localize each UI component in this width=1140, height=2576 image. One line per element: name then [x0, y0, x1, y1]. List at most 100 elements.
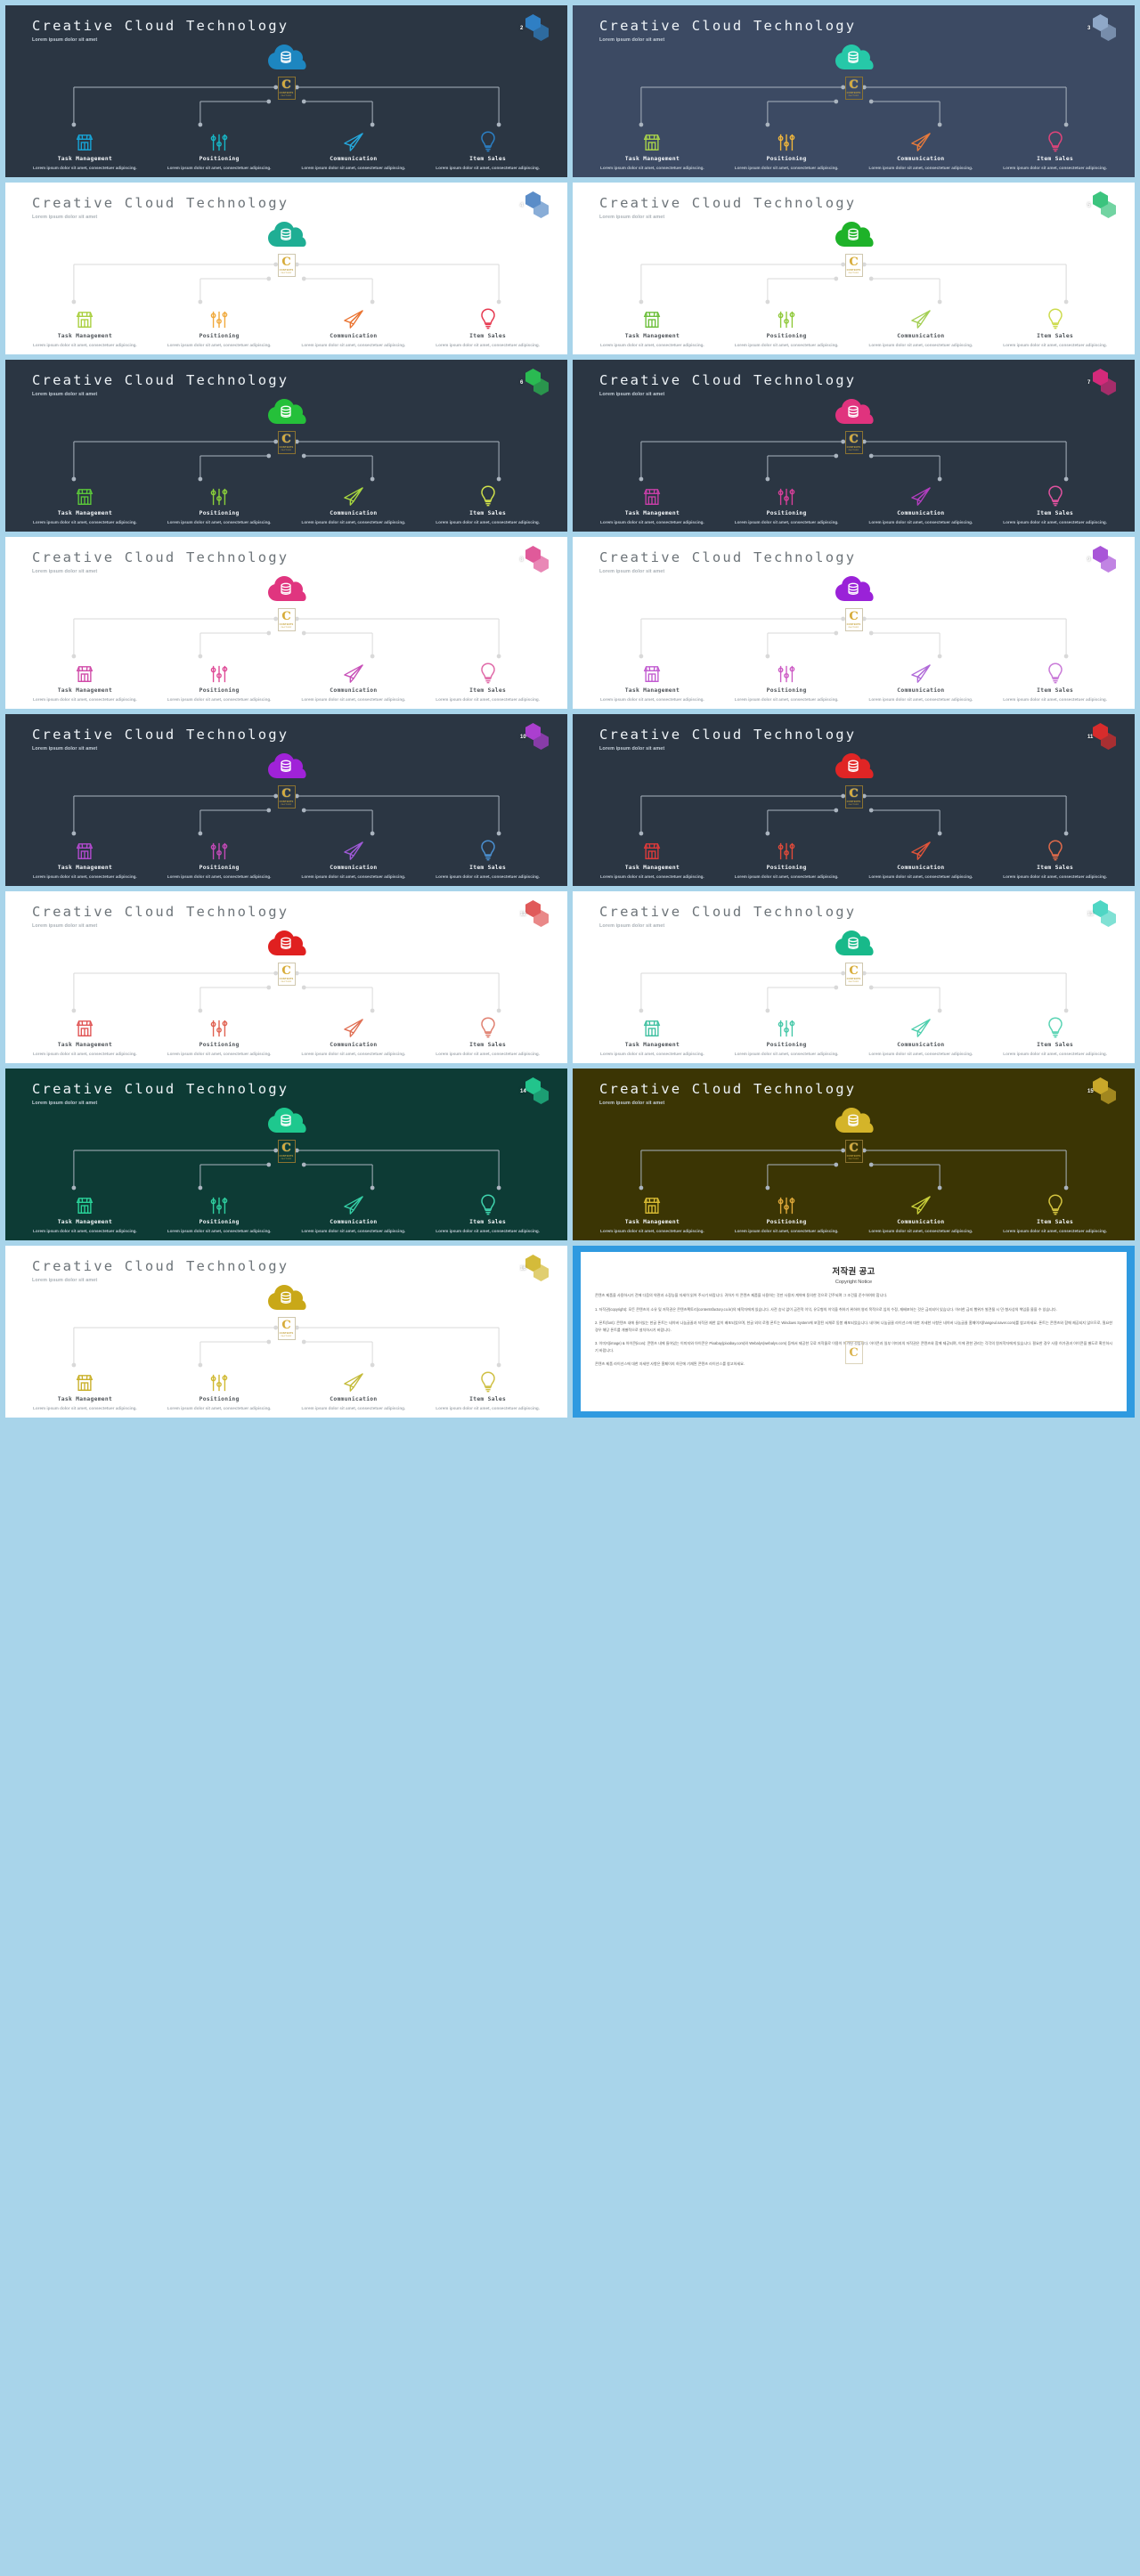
- feature-item-sliders[interactable]: Positioning Lorem ipsum dolor sit amet, c…: [152, 1192, 287, 1234]
- feature-item-sliders[interactable]: Positioning Lorem ipsum dolor sit amet, c…: [152, 1369, 287, 1411]
- feature-item-lightbulb[interactable]: Item Sales Lorem ipsum dolor sit amet, co…: [420, 129, 555, 171]
- feature-item-shop[interactable]: Task Management Lorem ipsum dolor sit ame…: [585, 838, 720, 880]
- slide-2[interactable]: Creative Cloud Technology Lorem ipsum dol…: [5, 5, 567, 177]
- feature-item-paper-plane[interactable]: Communication Lorem ipsum dolor sit amet,…: [287, 484, 421, 525]
- feature-item-sliders[interactable]: Positioning Lorem ipsum dolor sit amet, c…: [720, 129, 854, 171]
- cloud-node[interactable]: [267, 752, 306, 780]
- cloud-node[interactable]: [267, 220, 306, 248]
- slide-3[interactable]: Creative Cloud Technology Lorem ipsum dol…: [573, 5, 1135, 177]
- copyright-slide[interactable]: 저작권 공고 Copyright Notice 콘텐츠 제품을 사용하시기 전에 다…: [573, 1246, 1135, 1418]
- feature-item-lightbulb[interactable]: Item Sales Lorem ipsum dolor sit amet, co…: [988, 484, 1122, 525]
- slide-13[interactable]: Creative Cloud Technology Lorem ipsum dol…: [573, 891, 1135, 1063]
- feature-item-paper-plane[interactable]: Communication Lorem ipsum dolor sit amet,…: [287, 1369, 421, 1411]
- feature-item-sliders[interactable]: Positioning Lorem ipsum dolor sit amet, c…: [720, 1015, 854, 1057]
- page-title: Creative Cloud Technology: [32, 1081, 289, 1097]
- feature-item-shop[interactable]: Task Management Lorem ipsum dolor sit ame…: [18, 661, 152, 703]
- feature-item-lightbulb[interactable]: Item Sales Lorem ipsum dolor sit amet, co…: [420, 1192, 555, 1234]
- feature-description: Lorem ipsum dolor sit amet, consectetuer…: [600, 166, 704, 170]
- slide-16[interactable]: Creative Cloud Technology Lorem ipsum dol…: [5, 1246, 567, 1418]
- feature-item-paper-plane[interactable]: Communication Lorem ipsum dolor sit amet,…: [854, 484, 989, 525]
- cloud-node[interactable]: [267, 43, 306, 71]
- feature-item-shop[interactable]: Task Management Lorem ipsum dolor sit ame…: [18, 129, 152, 171]
- feature-item-shop[interactable]: Task Management Lorem ipsum dolor sit ame…: [18, 1192, 152, 1234]
- feature-item-sliders[interactable]: Positioning Lorem ipsum dolor sit amet, c…: [152, 661, 287, 703]
- feature-item-sliders[interactable]: Positioning Lorem ipsum dolor sit amet, c…: [152, 306, 287, 348]
- cloud-node[interactable]: [835, 752, 874, 780]
- feature-item-paper-plane[interactable]: Communication Lorem ipsum dolor sit amet,…: [854, 129, 989, 171]
- sliders-icon: [210, 134, 228, 151]
- feature-item-shop[interactable]: Task Management Lorem ipsum dolor sit ame…: [585, 129, 720, 171]
- feature-label: Task Management: [624, 1219, 680, 1225]
- slide-14[interactable]: Creative Cloud Technology Lorem ipsum dol…: [5, 1069, 567, 1240]
- feature-list: Task Management Lorem ipsum dolor sit ame…: [573, 484, 1135, 525]
- cloud-node[interactable]: [835, 574, 874, 603]
- cloud-node[interactable]: [267, 1283, 306, 1312]
- cloud-node[interactable]: [267, 929, 306, 957]
- slide-10[interactable]: Creative Cloud Technology Lorem ipsum dol…: [5, 714, 567, 886]
- feature-item-sliders[interactable]: Positioning Lorem ipsum dolor sit amet, c…: [152, 484, 287, 525]
- feature-item-sliders[interactable]: Positioning Lorem ipsum dolor sit amet, c…: [720, 1192, 854, 1234]
- feature-item-sliders[interactable]: Positioning Lorem ipsum dolor sit amet, c…: [152, 1015, 287, 1057]
- slide-9[interactable]: Creative Cloud Technology Lorem ipsum dol…: [573, 537, 1135, 709]
- feature-item-lightbulb[interactable]: Item Sales Lorem ipsum dolor sit amet, co…: [420, 306, 555, 348]
- feature-item-lightbulb[interactable]: Item Sales Lorem ipsum dolor sit amet, co…: [988, 661, 1122, 703]
- slide-15[interactable]: Creative Cloud Technology Lorem ipsum dol…: [573, 1069, 1135, 1240]
- feature-item-paper-plane[interactable]: Communication Lorem ipsum dolor sit amet,…: [287, 661, 421, 703]
- feature-item-shop[interactable]: Task Management Lorem ipsum dolor sit ame…: [18, 1015, 152, 1057]
- slide-8[interactable]: Creative Cloud Technology Lorem ipsum dol…: [5, 537, 567, 709]
- feature-item-lightbulb[interactable]: Item Sales Lorem ipsum dolor sit amet, co…: [988, 306, 1122, 348]
- feature-item-shop[interactable]: Task Management Lorem ipsum dolor sit ame…: [585, 306, 720, 348]
- feature-item-lightbulb[interactable]: Item Sales Lorem ipsum dolor sit amet, co…: [988, 129, 1122, 171]
- cloud-node[interactable]: [835, 397, 874, 426]
- feature-item-sliders[interactable]: Positioning Lorem ipsum dolor sit amet, c…: [720, 484, 854, 525]
- feature-item-sliders[interactable]: Positioning Lorem ipsum dolor sit amet, c…: [720, 838, 854, 880]
- feature-item-paper-plane[interactable]: Communication Lorem ipsum dolor sit amet,…: [287, 129, 421, 171]
- sliders-icon: [152, 1192, 287, 1215]
- feature-item-shop[interactable]: Task Management Lorem ipsum dolor sit ame…: [18, 1369, 152, 1411]
- feature-item-shop[interactable]: Task Management Lorem ipsum dolor sit ame…: [585, 1192, 720, 1234]
- feature-item-paper-plane[interactable]: Communication Lorem ipsum dolor sit amet,…: [854, 1015, 989, 1057]
- feature-item-paper-plane[interactable]: Communication Lorem ipsum dolor sit amet,…: [287, 306, 421, 348]
- feature-item-lightbulb[interactable]: Item Sales Lorem ipsum dolor sit amet, co…: [988, 1192, 1122, 1234]
- feature-item-paper-plane[interactable]: Communication Lorem ipsum dolor sit amet,…: [854, 306, 989, 348]
- cloud-node[interactable]: [267, 397, 306, 426]
- feature-item-paper-plane[interactable]: Communication Lorem ipsum dolor sit amet,…: [854, 838, 989, 880]
- feature-item-sliders[interactable]: Positioning Lorem ipsum dolor sit amet, c…: [152, 129, 287, 171]
- cloud-node[interactable]: [835, 929, 874, 957]
- cloud-node[interactable]: [835, 43, 874, 71]
- feature-item-paper-plane[interactable]: Communication Lorem ipsum dolor sit amet,…: [287, 1192, 421, 1234]
- feature-item-paper-plane[interactable]: Communication Lorem ipsum dolor sit amet,…: [854, 1192, 989, 1234]
- feature-item-paper-plane[interactable]: Communication Lorem ipsum dolor sit amet,…: [287, 838, 421, 880]
- feature-item-paper-plane[interactable]: Communication Lorem ipsum dolor sit amet,…: [854, 661, 989, 703]
- feature-item-shop[interactable]: Task Management Lorem ipsum dolor sit ame…: [585, 484, 720, 525]
- feature-item-lightbulb[interactable]: Item Sales Lorem ipsum dolor sit amet, co…: [420, 838, 555, 880]
- cloud-node[interactable]: [835, 220, 874, 248]
- slide-12[interactable]: Creative Cloud Technology Lorem ipsum dol…: [5, 891, 567, 1063]
- feature-item-shop[interactable]: Task Management Lorem ipsum dolor sit ame…: [18, 484, 152, 525]
- feature-item-sliders[interactable]: Positioning Lorem ipsum dolor sit amet, c…: [720, 661, 854, 703]
- feature-item-shop[interactable]: Task Management Lorem ipsum dolor sit ame…: [18, 306, 152, 348]
- feature-item-lightbulb[interactable]: Item Sales Lorem ipsum dolor sit amet, co…: [420, 1015, 555, 1057]
- feature-item-shop[interactable]: Task Management Lorem ipsum dolor sit ame…: [585, 1015, 720, 1057]
- feature-item-shop[interactable]: Task Management Lorem ipsum dolor sit ame…: [18, 838, 152, 880]
- feature-item-sliders[interactable]: Positioning Lorem ipsum dolor sit amet, c…: [720, 306, 854, 348]
- feature-description: Lorem ipsum dolor sit amet, consectetuer…: [301, 1406, 406, 1410]
- slide-11[interactable]: Creative Cloud Technology Lorem ipsum dol…: [573, 714, 1135, 886]
- feature-item-lightbulb[interactable]: Item Sales Lorem ipsum dolor sit amet, co…: [420, 484, 555, 525]
- cloud-node[interactable]: [835, 1106, 874, 1134]
- slide-7[interactable]: Creative Cloud Technology Lorem ipsum dol…: [573, 360, 1135, 532]
- feature-item-sliders[interactable]: Positioning Lorem ipsum dolor sit amet, c…: [152, 838, 287, 880]
- slide-5[interactable]: Creative Cloud Technology Lorem ipsum dol…: [573, 183, 1135, 354]
- feature-item-lightbulb[interactable]: Item Sales Lorem ipsum dolor sit amet, co…: [988, 1015, 1122, 1057]
- shop-icon: [18, 838, 152, 861]
- feature-list: Task Management Lorem ipsum dolor sit ame…: [573, 306, 1135, 348]
- cloud-node[interactable]: [267, 574, 306, 603]
- feature-item-shop[interactable]: Task Management Lorem ipsum dolor sit ame…: [585, 661, 720, 703]
- feature-item-lightbulb[interactable]: Item Sales Lorem ipsum dolor sit amet, co…: [420, 1369, 555, 1411]
- slide-6[interactable]: Creative Cloud Technology Lorem ipsum dol…: [5, 360, 567, 532]
- slide-4[interactable]: Creative Cloud Technology Lorem ipsum dol…: [5, 183, 567, 354]
- feature-item-paper-plane[interactable]: Communication Lorem ipsum dolor sit amet,…: [287, 1015, 421, 1057]
- feature-item-lightbulb[interactable]: Item Sales Lorem ipsum dolor sit amet, co…: [420, 661, 555, 703]
- cloud-node[interactable]: [267, 1106, 306, 1134]
- feature-item-lightbulb[interactable]: Item Sales Lorem ipsum dolor sit amet, co…: [988, 838, 1122, 880]
